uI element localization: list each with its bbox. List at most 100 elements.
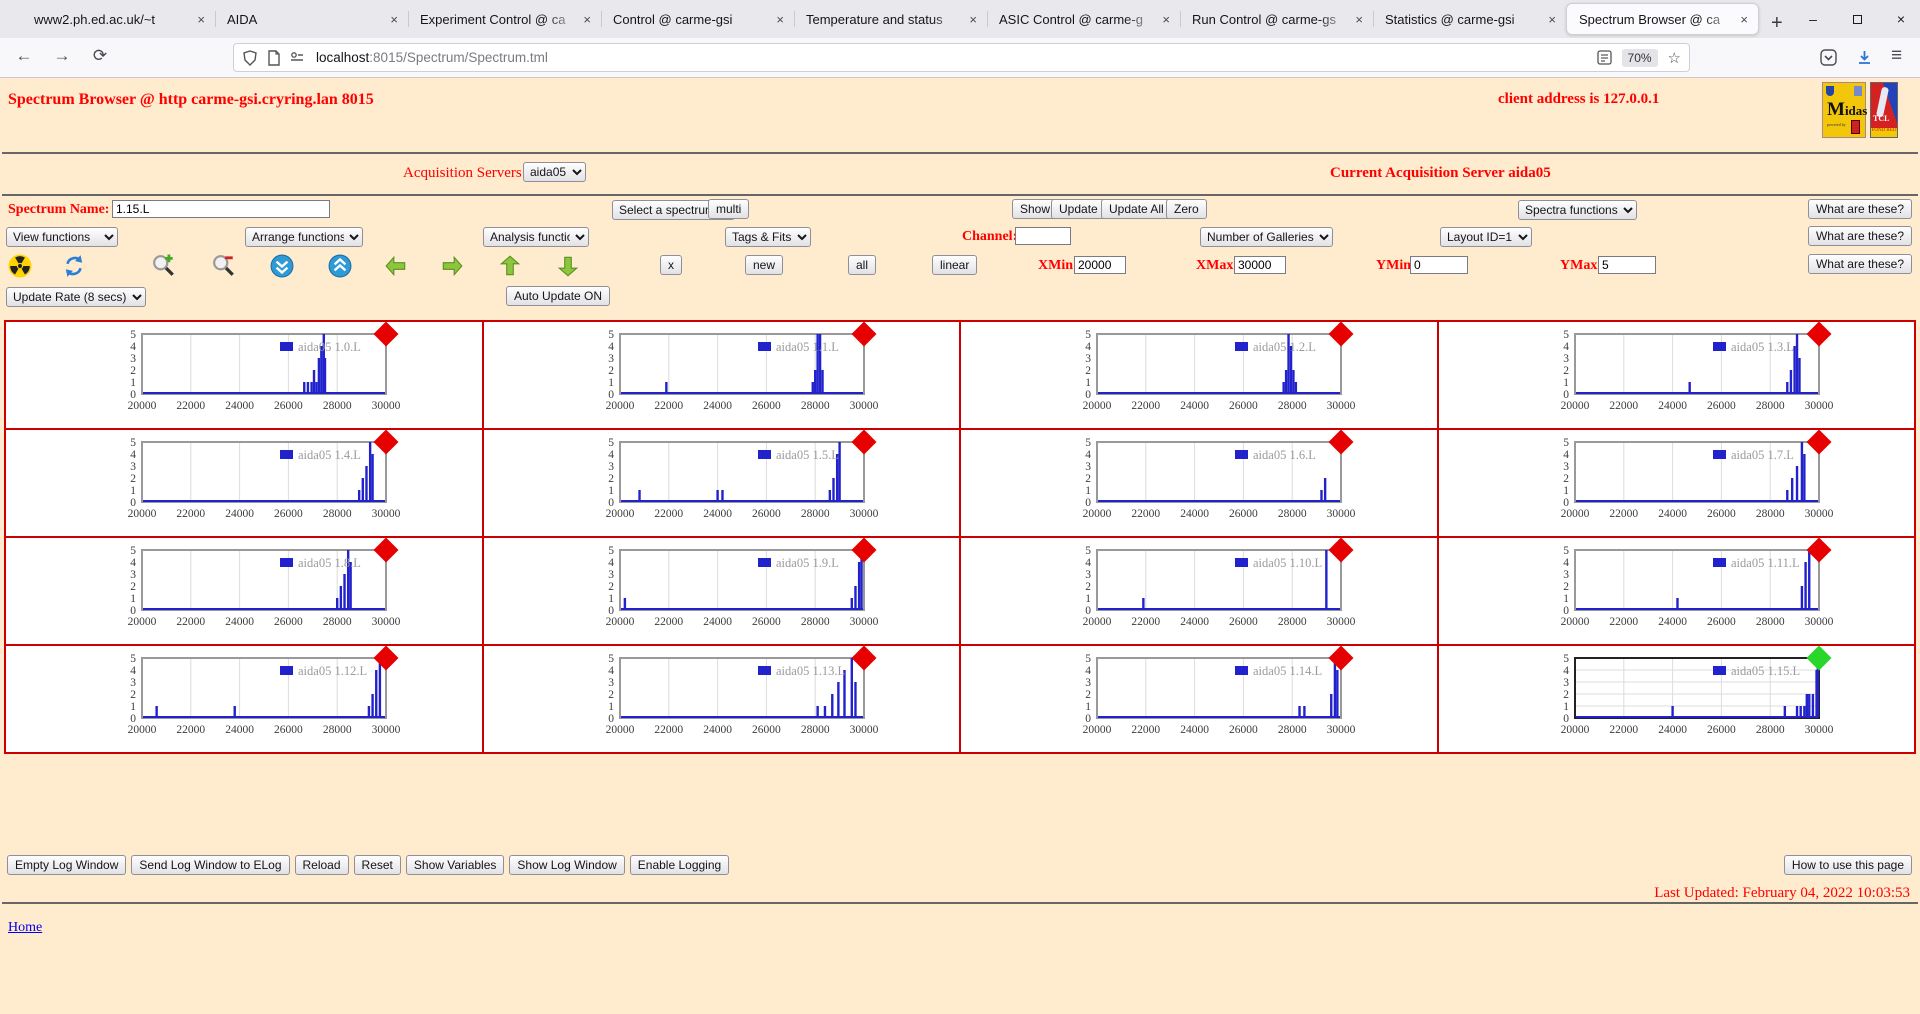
empty-log-window-button[interactable]: Empty Log Window bbox=[7, 855, 126, 875]
show-variables-button[interactable]: Show Variables bbox=[406, 855, 505, 875]
radiation-icon[interactable] bbox=[8, 254, 32, 278]
spectrum-cell[interactable]: 012345200002200024000260002800030000aida… bbox=[1439, 322, 1915, 428]
spectrum-plot[interactable]: 012345200002200024000260002800030000aida… bbox=[1045, 542, 1425, 638]
spectrum-plot[interactable]: 012345200002200024000260002800030000aida… bbox=[1523, 434, 1903, 530]
view-functions-dropdown[interactable]: View functions bbox=[6, 227, 118, 247]
xmax-input[interactable] bbox=[1234, 256, 1286, 274]
spectra-functions-dropdown[interactable]: Spectra functions bbox=[1518, 200, 1637, 220]
spectrum-plot[interactable]: 012345200002200024000260002800030000aida… bbox=[568, 542, 948, 638]
spectrum-cell[interactable]: 012345200002200024000260002800030000aida… bbox=[1439, 430, 1915, 536]
spectrum-cell[interactable]: 012345200002200024000260002800030000aida… bbox=[484, 430, 960, 536]
pocket-icon[interactable] bbox=[1820, 49, 1837, 66]
browser-tab[interactable]: Temperature and status× bbox=[794, 4, 987, 34]
tab-close-icon[interactable]: × bbox=[1353, 12, 1365, 27]
window-maximize-button[interactable] bbox=[1848, 11, 1866, 27]
url-bar[interactable]: localhost:8015/Spectrum/Spectrum.tml 70%… bbox=[233, 43, 1690, 72]
tab-close-icon[interactable]: × bbox=[581, 12, 593, 27]
spectrum-cell[interactable]: 012345200002200024000260002800030000aida… bbox=[484, 322, 960, 428]
spectrum-cell[interactable]: 012345200002200024000260002800030000aida… bbox=[6, 430, 482, 536]
new-button[interactable]: new bbox=[745, 255, 783, 275]
reload-button[interactable]: Reload bbox=[295, 855, 349, 875]
browser-tab[interactable]: Spectrum Browser @ ca× bbox=[1566, 3, 1759, 35]
spectrum-plot[interactable]: 012345200002200024000260002800030000aida… bbox=[90, 326, 470, 422]
spectrum-plot[interactable]: 012345200002200024000260002800030000aida… bbox=[1045, 434, 1425, 530]
spectrum-cell[interactable]: 012345200002200024000260002800030000aida… bbox=[484, 538, 960, 644]
arrow-right-icon[interactable] bbox=[440, 254, 464, 278]
browser-tab[interactable]: AIDA× bbox=[215, 4, 408, 34]
spectrum-cell[interactable]: 012345200002200024000260002800030000aida… bbox=[1439, 538, 1915, 644]
spectrum-plot[interactable]: 012345200002200024000260002800030000aida… bbox=[1523, 542, 1903, 638]
spectrum-name-input[interactable] bbox=[112, 200, 330, 218]
spectrum-plot[interactable]: 012345200002200024000260002800030000aida… bbox=[1523, 326, 1903, 422]
browser-tab[interactable]: www2.ph.ed.ac.uk/~t× bbox=[22, 4, 215, 34]
acquisition-server-select[interactable]: aida05 bbox=[523, 162, 586, 182]
home-link[interactable]: Home bbox=[8, 920, 42, 935]
update-button[interactable]: Update bbox=[1051, 199, 1106, 219]
multi-button[interactable]: multi bbox=[708, 199, 749, 219]
spectrum-cell[interactable]: 012345200002200024000260002800030000aida… bbox=[961, 430, 1437, 536]
scroll-up-icon[interactable] bbox=[328, 254, 352, 278]
how-to-use-button[interactable]: How to use this page bbox=[1784, 855, 1912, 875]
reset-button[interactable]: Reset bbox=[354, 855, 401, 875]
browser-tab[interactable]: ASIC Control @ carme-g× bbox=[987, 4, 1180, 34]
spectrum-cell[interactable]: 012345200002200024000260002800030000aida… bbox=[6, 538, 482, 644]
tab-close-icon[interactable]: × bbox=[1160, 12, 1172, 27]
auto-update-button[interactable]: Auto Update ON bbox=[506, 286, 610, 306]
site-info-icon[interactable] bbox=[290, 50, 306, 66]
spectrum-plot[interactable]: 012345200002200024000260002800030000aida… bbox=[568, 650, 948, 746]
what-are-these-button[interactable]: What are these? bbox=[1808, 199, 1912, 219]
menu-icon[interactable]: ≡ bbox=[1891, 45, 1902, 67]
tab-close-icon[interactable]: × bbox=[1738, 12, 1750, 27]
download-icon[interactable] bbox=[1856, 49, 1873, 66]
arrange-functions-dropdown[interactable]: Arrange functions bbox=[245, 227, 363, 247]
show-log-window-button[interactable]: Show Log Window bbox=[509, 855, 624, 875]
tags-fits-dropdown[interactable]: Tags & Fits bbox=[725, 227, 811, 247]
shield-icon[interactable] bbox=[242, 50, 258, 66]
browser-tab[interactable]: Control @ carme-gsi× bbox=[601, 4, 794, 34]
tab-close-icon[interactable]: × bbox=[967, 12, 979, 27]
page-icon[interactable] bbox=[267, 50, 281, 66]
window-close-button[interactable]: × bbox=[1892, 11, 1910, 27]
spectrum-plot[interactable]: 012345200002200024000260002800030000aida… bbox=[568, 326, 948, 422]
tab-close-icon[interactable]: × bbox=[774, 12, 786, 27]
tab-close-icon[interactable]: × bbox=[1546, 12, 1558, 27]
new-tab-button[interactable]: + bbox=[1759, 8, 1795, 38]
update-all-button[interactable]: Update All bbox=[1101, 199, 1172, 219]
browser-tab[interactable]: Statistics @ carme-gsi× bbox=[1373, 4, 1566, 34]
refresh-icon[interactable] bbox=[62, 254, 86, 278]
spectrum-plot[interactable]: 012345200002200024000260002800030000aida… bbox=[90, 434, 470, 530]
number-of-galleries-dropdown[interactable]: Number of Galleries bbox=[1200, 227, 1333, 247]
linear-button[interactable]: linear bbox=[932, 255, 977, 275]
all-button[interactable]: all bbox=[848, 255, 876, 275]
tab-close-icon[interactable]: × bbox=[195, 12, 207, 27]
spectrum-cell[interactable]: 012345200002200024000260002800030000aida… bbox=[6, 646, 482, 752]
scroll-down-icon[interactable] bbox=[270, 254, 294, 278]
what-are-these-button[interactable]: What are these? bbox=[1808, 254, 1912, 274]
zero-button[interactable]: Zero bbox=[1166, 199, 1207, 219]
channel-input[interactable] bbox=[1015, 227, 1071, 245]
spectrum-cell[interactable]: 012345200002200024000260002800030000aida… bbox=[1439, 646, 1915, 752]
zoom-in-icon[interactable] bbox=[152, 254, 176, 278]
ymax-input[interactable] bbox=[1598, 256, 1656, 274]
spectrum-plot[interactable]: 012345200002200024000260002800030000aida… bbox=[1045, 326, 1425, 422]
browser-tab[interactable]: Experiment Control @ ca× bbox=[408, 4, 601, 34]
spectrum-plot[interactable]: 012345200002200024000260002800030000aida… bbox=[1523, 650, 1903, 746]
browser-tab[interactable]: Run Control @ carme-gs× bbox=[1180, 4, 1373, 34]
reader-icon[interactable] bbox=[1597, 50, 1612, 65]
spectrum-plot[interactable]: 012345200002200024000260002800030000aida… bbox=[90, 650, 470, 746]
spectrum-cell[interactable]: 012345200002200024000260002800030000aida… bbox=[484, 646, 960, 752]
spectrum-cell[interactable]: 012345200002200024000260002800030000aida… bbox=[6, 322, 482, 428]
spectrum-plot[interactable]: 012345200002200024000260002800030000aida… bbox=[90, 542, 470, 638]
window-minimize-button[interactable]: – bbox=[1804, 11, 1822, 27]
send-log-window-to-elog-button[interactable]: Send Log Window to ELog bbox=[131, 855, 289, 875]
update-rate-dropdown[interactable]: Update Rate (8 secs) bbox=[6, 287, 146, 307]
zoom-level-badge[interactable]: 70% bbox=[1622, 49, 1658, 67]
url-text[interactable]: localhost:8015/Spectrum/Spectrum.tml bbox=[316, 50, 1597, 65]
arrow-left-icon[interactable] bbox=[384, 254, 408, 278]
spectrum-cell[interactable]: 012345200002200024000260002800030000aida… bbox=[961, 646, 1437, 752]
tab-close-icon[interactable]: × bbox=[388, 12, 400, 27]
enable-logging-button[interactable]: Enable Logging bbox=[630, 855, 729, 875]
layout-id-dropdown[interactable]: Layout ID=1 bbox=[1440, 227, 1532, 247]
back-icon[interactable]: ← bbox=[12, 46, 36, 66]
star-icon[interactable]: ☆ bbox=[1668, 49, 1681, 67]
